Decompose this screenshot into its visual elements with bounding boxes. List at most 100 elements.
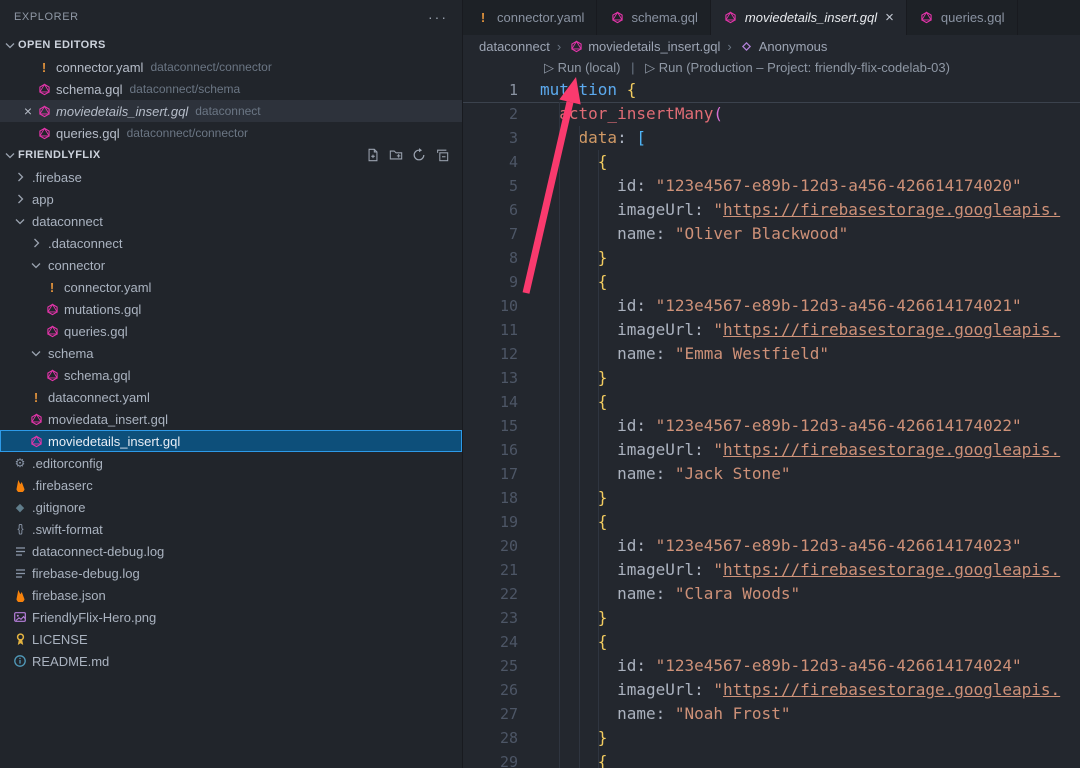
close-icon[interactable]: × — [885, 9, 894, 26]
line-number[interactable]: 3 — [463, 126, 540, 150]
tab-connector.yaml[interactable]: !connector.yaml — [463, 0, 597, 35]
code-line[interactable]: 17 name: "Jack Stone" — [463, 462, 1080, 486]
line-number[interactable]: 13 — [463, 366, 540, 390]
line-number[interactable]: 12 — [463, 342, 540, 366]
refresh-icon[interactable] — [411, 147, 427, 163]
code-line[interactable]: 10 id: "123e4567-e89b-12d3-a456-42661417… — [463, 294, 1080, 318]
tree-file-connector.yaml[interactable]: !connector.yaml — [0, 276, 462, 298]
tree-file-firebase.json[interactable]: firebase.json — [0, 584, 462, 606]
tree-file-moviedetails_insert.gql[interactable]: moviedetails_insert.gql — [0, 430, 462, 452]
code-line[interactable]: 25 id: "123e4567-e89b-12d3-a456-42661417… — [463, 654, 1080, 678]
tree-folder-dataconnect[interactable]: dataconnect — [0, 210, 462, 232]
open-editors-header[interactable]: OPEN EDITORS — [0, 34, 462, 56]
folder-section-header[interactable]: FRIENDLYFLIX — [0, 144, 462, 166]
line-number[interactable]: 5 — [463, 174, 540, 198]
line-number[interactable]: 20 — [463, 534, 540, 558]
editor[interactable]: ▷ Run (local) | ▷ Run (Production – Proj… — [463, 57, 1080, 768]
tree-file-.swift-format[interactable]: {}.swift-format — [0, 518, 462, 540]
line-number[interactable]: 24 — [463, 630, 540, 654]
line-number[interactable]: 16 — [463, 438, 540, 462]
tree-folder-app[interactable]: app — [0, 188, 462, 210]
tree-folder-schema[interactable]: schema — [0, 342, 462, 364]
tree-file-queries.gql[interactable]: queries.gql — [0, 320, 462, 342]
tree-file-moviedata_insert.gql[interactable]: moviedata_insert.gql — [0, 408, 462, 430]
code-line[interactable]: 19 { — [463, 510, 1080, 534]
code-line[interactable]: 27 name: "Noah Frost" — [463, 702, 1080, 726]
line-number[interactable]: 14 — [463, 390, 540, 414]
code-line[interactable]: 16 imageUrl: "https://firebasestorage.go… — [463, 438, 1080, 462]
breadcrumb-item-dataconnect[interactable]: dataconnect — [479, 39, 550, 54]
line-number[interactable]: 10 — [463, 294, 540, 318]
line-number[interactable]: 11 — [463, 318, 540, 342]
code-line[interactable]: 20 id: "123e4567-e89b-12d3-a456-42661417… — [463, 534, 1080, 558]
open-editor-item-moviedetails_insert.gql[interactable]: ×moviedetails_insert.gqldataconnect — [0, 100, 462, 122]
line-number[interactable]: 2 — [463, 102, 540, 126]
code-line[interactable]: 28 } — [463, 726, 1080, 750]
line-number[interactable]: 23 — [463, 606, 540, 630]
tab-queries.gql[interactable]: queries.gql — [907, 0, 1018, 35]
code-line[interactable]: 26 imageUrl: "https://firebasestorage.go… — [463, 678, 1080, 702]
tree-file-dataconnect-debug.log[interactable]: dataconnect-debug.log — [0, 540, 462, 562]
code-line[interactable]: 23 } — [463, 606, 1080, 630]
code-line[interactable]: 4 { — [463, 150, 1080, 174]
code-line[interactable]: 15 id: "123e4567-e89b-12d3-a456-42661417… — [463, 414, 1080, 438]
code-line[interactable]: 5 id: "123e4567-e89b-12d3-a456-426614174… — [463, 174, 1080, 198]
open-editor-item-connector.yaml[interactable]: !connector.yamldataconnect/connector — [0, 56, 462, 78]
code-line[interactable]: 8 } — [463, 246, 1080, 270]
code-line[interactable]: 21 imageUrl: "https://firebasestorage.go… — [463, 558, 1080, 582]
tree-file-schema.gql[interactable]: schema.gql — [0, 364, 462, 386]
code-line[interactable]: 24 { — [463, 630, 1080, 654]
code-line[interactable]: 13 } — [463, 366, 1080, 390]
tab-moviedetails_insert.gql[interactable]: moviedetails_insert.gql× — [711, 0, 907, 35]
line-number[interactable]: 4 — [463, 150, 540, 174]
line-number[interactable]: 25 — [463, 654, 540, 678]
tab-schema.gql[interactable]: schema.gql — [597, 0, 710, 35]
collapse-all-icon[interactable] — [434, 147, 450, 163]
code-line[interactable]: 18 } — [463, 486, 1080, 510]
code-line[interactable]: 3 data: [ — [463, 126, 1080, 150]
code-line[interactable]: 22 name: "Clara Woods" — [463, 582, 1080, 606]
tree-file-LICENSE[interactable]: LICENSE — [0, 628, 462, 650]
code-line[interactable]: 2 actor_insertMany( — [463, 102, 1080, 126]
tree-file-.editorconfig[interactable]: ⚙.editorconfig — [0, 452, 462, 474]
tree-file-dataconnect.yaml[interactable]: !dataconnect.yaml — [0, 386, 462, 408]
more-actions-icon[interactable]: ··· — [428, 9, 448, 25]
line-number[interactable]: 6 — [463, 198, 540, 222]
code-line[interactable]: 7 name: "Oliver Blackwood" — [463, 222, 1080, 246]
breadcrumb-item-Anonymous[interactable]: Anonymous — [739, 38, 828, 54]
line-number[interactable]: 1 — [463, 78, 540, 102]
new-file-icon[interactable] — [365, 147, 381, 163]
line-number[interactable]: 22 — [463, 582, 540, 606]
tree-file-.firebaserc[interactable]: .firebaserc — [0, 474, 462, 496]
line-number[interactable]: 26 — [463, 678, 540, 702]
close-icon[interactable]: × — [20, 103, 36, 119]
line-number[interactable]: 18 — [463, 486, 540, 510]
new-folder-icon[interactable] — [388, 147, 404, 163]
tree-file-firebase-debug.log[interactable]: firebase-debug.log — [0, 562, 462, 584]
line-number[interactable]: 29 — [463, 750, 540, 768]
line-number[interactable]: 8 — [463, 246, 540, 270]
tree-folder-connector[interactable]: connector — [0, 254, 462, 276]
tree-file-.gitignore[interactable]: ◆.gitignore — [0, 496, 462, 518]
line-number[interactable]: 17 — [463, 462, 540, 486]
tree-folder-.firebase[interactable]: .firebase — [0, 166, 462, 188]
line-number[interactable]: 15 — [463, 414, 540, 438]
code-line[interactable]: 1mutation { — [463, 78, 1080, 102]
code-line[interactable]: 12 name: "Emma Westfield" — [463, 342, 1080, 366]
line-number[interactable]: 27 — [463, 702, 540, 726]
code-line[interactable]: 6 imageUrl: "https://firebasestorage.goo… — [463, 198, 1080, 222]
tree-folder-.dataconnect[interactable]: .dataconnect — [0, 232, 462, 254]
tree-file-FriendlyFlix-Hero.png[interactable]: FriendlyFlix-Hero.png — [0, 606, 462, 628]
open-editor-item-queries.gql[interactable]: queries.gqldataconnect/connector — [0, 122, 462, 144]
line-number[interactable]: 21 — [463, 558, 540, 582]
run-production-link[interactable]: ▷ Run (Production – Project: friendly-fl… — [645, 60, 950, 75]
tree-file-mutations.gql[interactable]: mutations.gql — [0, 298, 462, 320]
code-line[interactable]: 14 { — [463, 390, 1080, 414]
code-line[interactable]: 29 { — [463, 750, 1080, 768]
open-editor-item-schema.gql[interactable]: schema.gqldataconnect/schema — [0, 78, 462, 100]
breadcrumb-item-moviedetails_insert.gql[interactable]: moviedetails_insert.gql — [568, 38, 720, 54]
run-local-link[interactable]: ▷ Run (local) — [544, 60, 620, 75]
line-number[interactable]: 28 — [463, 726, 540, 750]
code-area[interactable]: 1mutation {2 actor_insertMany(3 data: [4… — [463, 78, 1080, 768]
line-number[interactable]: 9 — [463, 270, 540, 294]
